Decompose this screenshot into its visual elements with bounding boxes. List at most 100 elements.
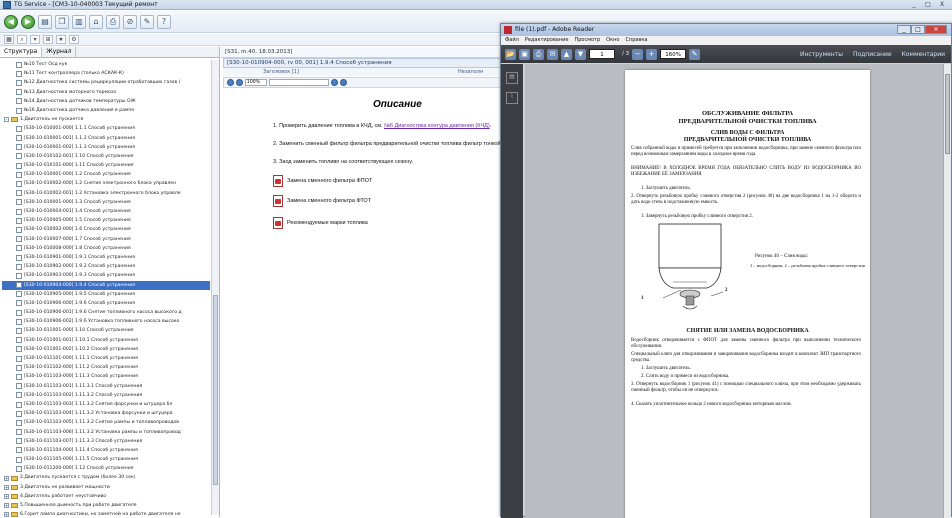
tree-document-item[interactable]: [S30-10-010004-001] 1.4 Способ устранени… [2, 207, 210, 216]
menu-edit[interactable]: Редактирование [525, 36, 569, 45]
tab-unfilled[interactable]: Незаполн [458, 68, 483, 76]
expand-icon[interactable]: + [4, 484, 9, 490]
next-page-icon[interactable]: ▼ [575, 48, 586, 60]
find-input[interactable] [269, 79, 329, 86]
tab-journal[interactable]: Журнал [42, 47, 77, 57]
tree-document-item[interactable]: [S30-10-011001-000] 1.10 Способ устранен… [2, 326, 210, 335]
open-icon[interactable]: 📂 [505, 48, 516, 60]
tab-structure[interactable]: Структура [0, 47, 43, 57]
tree-document-item[interactable]: [S30-10-011001-001] 1.10.1 Способ устран… [2, 336, 210, 345]
menu-file[interactable]: Файл [505, 36, 519, 45]
tree-document-item[interactable]: [S30-10-011102-000] 1.11.2 Способ устран… [2, 363, 210, 372]
tools-tab[interactable]: Инструменты [800, 51, 843, 58]
tree-document-item[interactable]: [S30-10-010008-000] 1.8 Способ устранени… [2, 244, 210, 253]
attachment-2-label[interactable]: Замена сменного фильтра ФТОТ [287, 198, 371, 204]
menu-window[interactable]: Окно [606, 36, 619, 45]
tree-folder-item[interactable]: +4.Двигатель работает неустойчиво [2, 492, 210, 501]
expand-icon[interactable]: + [4, 512, 9, 517]
tree-document-item[interactable]: [S30-10-011101-000] 1.11.1 Способ устран… [2, 354, 210, 363]
find-prev-icon[interactable] [331, 79, 338, 86]
attachment-1[interactable]: Замена сменного фильтра ФПОТ [273, 175, 372, 187]
reader-maximize-button[interactable]: □ [911, 25, 925, 34]
tree-document-item[interactable]: [S30-10-010002-000] 1.2 Снятие электронн… [2, 179, 210, 188]
tree-document-item[interactable]: [S30-10-010905-000] 1.9.5 Способ устране… [2, 290, 210, 299]
expand-icon[interactable]: + [4, 493, 9, 499]
search-icon[interactable]: ⌕ [17, 35, 27, 44]
tree-icon[interactable]: ⊞ [43, 35, 53, 44]
tree-document-item[interactable]: [S30-10-010001-000] 1.3 Способ устранени… [2, 198, 210, 207]
reader-scroll-thumb[interactable] [945, 74, 950, 154]
book-icon[interactable]: ▥ [72, 14, 86, 29]
tree-document-item[interactable]: [S30-10-011103-002] 1.11.3.2 Способ устр… [2, 391, 210, 400]
tree-document-item[interactable]: [S30-10-011103-006] 1.11.3.2 Установка р… [2, 428, 210, 437]
next-page-icon[interactable] [236, 79, 243, 86]
tree-document-item[interactable]: [S30-10-010001-000] 1.1.1 Способ устране… [2, 124, 210, 133]
tree-folder-item[interactable]: +6.Горит лампа диагностики, но заметной … [2, 510, 210, 517]
tree-document-item[interactable]: [S30-10-010904-000] 1.9.4 Способ устране… [2, 280, 210, 290]
tree-document-item[interactable]: [S30-10-010906-000] 1.9.6 Способ устране… [2, 299, 210, 308]
grid-icon[interactable]: ▦ [4, 35, 14, 44]
minimize-button[interactable]: _ [908, 1, 920, 9]
tree-document-item[interactable]: [S30-10-011103-004] 1.11.3.2 Установка ф… [2, 409, 210, 418]
prev-page-icon[interactable] [227, 79, 234, 86]
forward-icon[interactable]: ▶ [21, 14, 35, 29]
tree-document-item[interactable]: [S30-10-010102-001] 1.10 Способ устранен… [2, 152, 210, 161]
reader-close-button[interactable]: ✕ [925, 25, 947, 34]
tree-document-item[interactable]: [S30-10-010001-000] 1.2 Способ устранени… [2, 170, 210, 179]
page-number-input[interactable]: 1 [589, 49, 615, 59]
tree-scrollbar[interactable] [211, 60, 219, 515]
tree-document-item[interactable]: [S30-10-011103-005] 1.11.3.2 Снятие рамп… [2, 418, 210, 427]
tree-folder-item[interactable]: - 1.Двигатель не пускается [2, 115, 210, 124]
tree-document-item[interactable]: №16 Диагностика датчика давления в рампе [2, 106, 210, 115]
tree-document-item[interactable]: [S30-10-011103-000] 1.11.3 Способ устран… [2, 372, 210, 381]
reader-scrollbar[interactable] [943, 64, 951, 518]
close-button[interactable]: X [936, 1, 948, 9]
tree-document-item[interactable]: [S30-10-010903-000] 1.9.3 Способ устране… [2, 271, 210, 280]
home-icon[interactable]: ⌂ [89, 14, 103, 29]
pages-icon[interactable]: ▤ [506, 72, 518, 84]
tree-document-item[interactable]: [S30-10-010001-001] 1.1.2 Способ устране… [2, 134, 210, 143]
tree-document-item[interactable]: [S30-10-011103-001] 1.11.3.1 Способ устр… [2, 382, 210, 391]
tree-document-item[interactable]: [S30-10-010101-000] 1.11 Способ устранен… [2, 161, 210, 170]
tree-document-item[interactable]: [S30-10-011103-003] 1.11.3.2 Снятие форс… [2, 400, 210, 409]
zoom-in-icon[interactable]: + [646, 48, 658, 60]
expand-icon[interactable]: + [4, 475, 9, 481]
zoom-select[interactable]: 100% [245, 79, 267, 86]
zoom-select[interactable]: 160% [660, 49, 687, 59]
copy-icon[interactable]: ❐ [55, 14, 69, 29]
tree-scroll-thumb[interactable] [213, 295, 218, 485]
stop-icon[interactable]: ⊘ [123, 14, 137, 29]
tree-document-item[interactable]: [S30-10-010005-000] 1.5 Способ устранени… [2, 216, 210, 225]
tree-folder-item[interactable]: +5.Повышенная дымность при работе двигат… [2, 501, 210, 510]
tree-document-item[interactable]: [S30-10-010901-000] 1.9.1 Способ устране… [2, 253, 210, 262]
tree-document-item[interactable]: [S30-10-011001-002] 1.10.2 Способ устран… [2, 345, 210, 354]
find-next-icon[interactable] [340, 79, 347, 86]
comments-tab[interactable]: Комментарии [902, 51, 945, 58]
tree-document-item[interactable]: [S30-10-010906-002] 1.9.6 Установка топл… [2, 317, 210, 326]
tab-heading[interactable]: Заголовок [1] [263, 69, 299, 75]
print-icon[interactable]: ⎙ [106, 14, 120, 29]
settings-icon[interactable]: ⚙ [69, 35, 79, 44]
expand-icon[interactable]: + [4, 503, 9, 509]
tree-document-item[interactable]: [S30-10-010001-002] 1.1.3 Способ устране… [2, 143, 210, 152]
tree-document-item[interactable]: [S30-10-010906-001] 1.9.6 Снятие топливн… [2, 308, 210, 317]
tree-document-item[interactable]: №12 Диагностика системы рециркуляции отр… [2, 78, 210, 87]
tree-document-item[interactable]: [S30-10-011104-000] 1.11.4 Способ устран… [2, 446, 210, 455]
filter-icon[interactable]: ▾ [30, 35, 40, 44]
tree-document-item[interactable]: [S30-10-010002-001] 1.2 Установка электр… [2, 189, 210, 198]
menu-help[interactable]: Справка [625, 36, 647, 45]
help-icon[interactable]: ? [157, 14, 171, 29]
bookmark-icon[interactable]: ★ [56, 35, 66, 44]
reader-minimize-button[interactable]: _ [897, 25, 911, 34]
tree-document-item[interactable]: [S30-10-010007-000] 1.7 Способ устранени… [2, 235, 210, 244]
prev-page-icon[interactable]: ▲ [561, 48, 572, 60]
diagnostics-link[interactable]: №6 Диагностика контура давления (КЧД) [384, 123, 490, 129]
document-icon[interactable]: ▤ [38, 14, 52, 29]
print-icon[interactable]: ⎙ [533, 48, 544, 60]
zoom-out-icon[interactable]: − [632, 48, 644, 60]
tree-document-item[interactable]: [S30-10-011105-000] 1.11.5 Способ устран… [2, 455, 210, 464]
attachment-3-label[interactable]: Рекомендуемые марки топлива [287, 220, 368, 226]
tree-document-item[interactable]: №10 Тест Ocд кук [2, 60, 210, 69]
maximize-button[interactable]: □ [922, 1, 934, 9]
sign-tab[interactable]: Подписание [853, 51, 892, 58]
